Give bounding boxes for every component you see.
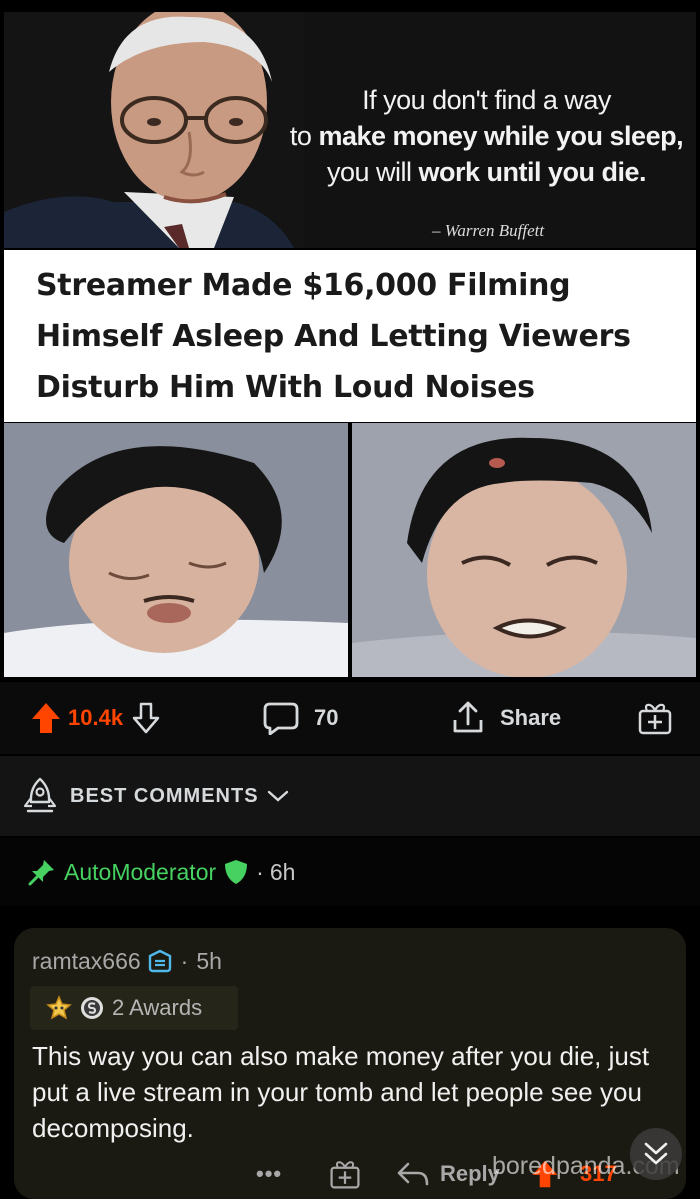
downvote-arrow-icon[interactable]	[131, 702, 161, 734]
quote-panel: If you don't find a way to make money wh…	[4, 12, 696, 248]
rocket-sort-icon	[22, 776, 58, 816]
chevron-down-icon	[267, 789, 289, 803]
share-button[interactable]: Share	[450, 682, 561, 754]
upvote-arrow-icon[interactable]	[30, 701, 62, 735]
comment-username[interactable]: ramtax666	[32, 948, 141, 975]
award-button[interactable]	[636, 682, 674, 754]
comment-body: This way you can also make money after y…	[32, 1041, 650, 1143]
headline-panel: Streamer Made $16,000 Filming Himself As…	[4, 250, 696, 422]
share-label: Share	[500, 705, 562, 730]
share-icon	[450, 700, 486, 736]
more-options-button[interactable]: •••	[256, 1152, 282, 1196]
comment-separator: ·	[180, 947, 189, 974]
awards-chip[interactable]: 2 Awards	[30, 986, 238, 1030]
quote-line-3-plain: you will	[326, 157, 419, 187]
quote-line-3-bold: work until you die.	[418, 157, 647, 187]
upvote-count: 10.4k	[68, 705, 124, 730]
comment-award-button[interactable]	[328, 1152, 362, 1196]
comment-bubble-icon	[262, 701, 300, 735]
automod-time: 6h	[269, 858, 296, 885]
reply-arrow-icon	[396, 1160, 430, 1188]
user-flair-icon	[147, 948, 173, 974]
silver-award-icon	[80, 996, 104, 1020]
sort-label: BEST COMMENTS	[70, 784, 259, 807]
comments-button[interactable]: 70	[262, 682, 338, 754]
buffett-portrait	[4, 12, 304, 248]
pin-icon	[28, 858, 56, 886]
streamer-photo-woken	[352, 423, 696, 677]
wholesome-award-icon	[46, 995, 72, 1021]
reply-button[interactable]: Reply	[396, 1152, 500, 1196]
quote-line-1: If you don't find a way	[362, 85, 611, 115]
post-action-bar: 10.4k 70 Share	[0, 682, 700, 754]
mod-shield-icon	[224, 859, 248, 885]
comment-count: 70	[314, 705, 339, 730]
automod-username[interactable]: AutoModerator	[64, 859, 216, 886]
article-headline: Streamer Made $16,000 Filming Himself As…	[36, 268, 631, 405]
quote-line-2: to make money while you sleep,	[284, 118, 689, 154]
double-chevron-down-icon	[641, 1139, 671, 1169]
quote-line-2-plain: to	[289, 121, 319, 151]
quote-line-2-bold: make money while you sleep,	[318, 121, 684, 151]
comment-header: ramtax666 · 5h	[32, 938, 222, 984]
automod-separator: ·	[256, 858, 264, 885]
reply-label: Reply	[440, 1161, 500, 1186]
streamer-photo-asleep	[4, 423, 348, 677]
automoderator-comment-collapsed[interactable]: AutoModerator · 6h	[0, 838, 700, 906]
quote-text: If you don't find a way to make money wh…	[284, 82, 689, 190]
post-image[interactable]: If you don't find a way to make money wh…	[0, 0, 700, 680]
awards-count: 2 Awards	[112, 995, 203, 1020]
quote-line-3: you will work until you die.	[284, 154, 689, 190]
gift-award-icon	[328, 1157, 362, 1191]
comment-sort-bar[interactable]: BEST COMMENTS	[0, 756, 700, 836]
gift-award-icon	[636, 699, 674, 737]
next-comment-button[interactable]	[630, 1128, 682, 1180]
more-dots: •••	[256, 1161, 283, 1186]
upvote-group: 10.4k	[30, 682, 161, 754]
quote-author: – Warren Buffett	[432, 221, 545, 240]
comment-time: 5h	[196, 947, 222, 974]
